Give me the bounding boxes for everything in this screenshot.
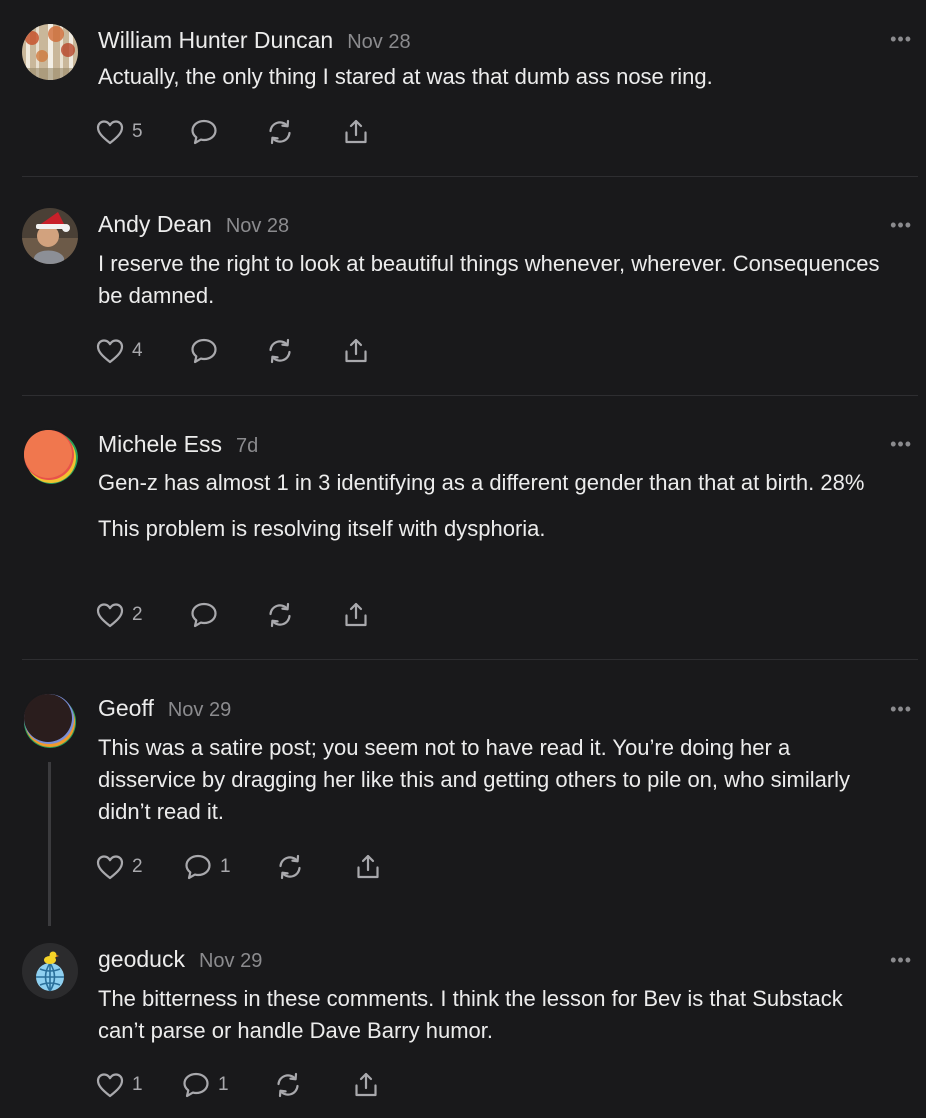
reply-button[interactable]: 1 [184, 852, 231, 882]
divider [22, 659, 918, 660]
like-count: 4 [132, 340, 143, 361]
avatar[interactable] [22, 24, 78, 80]
restack-icon [279, 854, 301, 880]
restack-button[interactable] [266, 600, 294, 630]
thread-line [48, 762, 51, 926]
like-count: 1 [132, 1074, 143, 1095]
share-icon [357, 854, 379, 879]
restack-button[interactable] [266, 336, 294, 366]
avatar[interactable] [22, 692, 78, 748]
heart-icon [96, 603, 124, 628]
like-count: 2 [132, 856, 143, 877]
more-options-icon[interactable]: ••• [890, 435, 912, 453]
heart-icon [96, 339, 124, 364]
author-name[interactable]: geoduck [98, 946, 185, 972]
avatar[interactable] [22, 943, 78, 999]
restack-button[interactable] [276, 852, 304, 882]
share-button[interactable] [352, 1070, 380, 1100]
comment-text: This problem is resolving itself with dy… [98, 516, 546, 541]
comment-bubble-icon [191, 602, 217, 628]
comment-text: Actually, the only thing I stared at was… [98, 64, 713, 89]
comment-date[interactable]: Nov 28 [347, 31, 410, 53]
restack-icon [269, 602, 291, 628]
comment-bubble-icon [191, 119, 217, 145]
divider [22, 395, 918, 396]
reply-button[interactable]: 1 [182, 1070, 229, 1100]
author-name[interactable]: Michele Ess [98, 431, 222, 457]
avatar[interactable] [22, 208, 78, 264]
like-button[interactable]: 2 [96, 600, 143, 630]
reply-count: 1 [218, 1074, 229, 1095]
author-name[interactable]: Geoff [98, 695, 154, 721]
restack-icon [277, 1072, 299, 1098]
restack-button[interactable] [274, 1070, 302, 1100]
restack-button[interactable] [266, 117, 294, 147]
comment-text: Gen-z has almost 1 in 3 identifying as a… [98, 470, 865, 495]
share-button[interactable] [342, 336, 370, 366]
comment-date[interactable]: Nov 28 [226, 215, 289, 237]
comment-date[interactable]: 7d [236, 435, 258, 457]
comment-text: The bitterness in these comments. I thin… [98, 986, 843, 1043]
like-count: 5 [132, 121, 143, 142]
reply-button[interactable] [190, 117, 218, 147]
like-button[interactable]: 4 [96, 336, 143, 366]
like-count: 2 [132, 604, 143, 625]
reply-count: 1 [220, 856, 231, 877]
more-options-icon[interactable]: ••• [890, 216, 912, 234]
restack-icon [269, 119, 291, 145]
comment-bubble-icon [191, 338, 217, 364]
share-button[interactable] [354, 852, 382, 882]
comment-date[interactable]: Nov 29 [199, 950, 262, 972]
share-icon [345, 602, 367, 627]
like-button[interactable]: 2 [96, 852, 143, 882]
restack-icon [269, 338, 291, 364]
comment-text: This was a satire post; you seem not to … [98, 735, 851, 824]
comment-text: I reserve the right to look at beautiful… [98, 251, 880, 308]
more-options-icon[interactable]: ••• [890, 700, 912, 718]
like-button[interactable]: 1 [96, 1070, 143, 1100]
more-options-icon[interactable]: ••• [890, 30, 912, 48]
more-options-icon[interactable]: ••• [890, 951, 912, 969]
share-button[interactable] [342, 600, 370, 630]
like-button[interactable]: 5 [96, 117, 143, 147]
reply-button[interactable] [190, 600, 218, 630]
share-icon [345, 338, 367, 363]
divider [22, 176, 918, 177]
heart-icon [96, 1073, 124, 1098]
share-button[interactable] [342, 117, 370, 147]
comment-date[interactable]: Nov 29 [168, 699, 231, 721]
heart-icon [96, 120, 124, 145]
author-name[interactable]: William Hunter Duncan [98, 27, 333, 53]
share-icon [355, 1072, 377, 1097]
share-icon [345, 119, 367, 144]
comment-bubble-icon [183, 1072, 209, 1098]
reply-button[interactable] [190, 336, 218, 366]
author-name[interactable]: Andy Dean [98, 211, 212, 237]
heart-icon [96, 855, 124, 880]
avatar[interactable] [22, 428, 78, 484]
comment-bubble-icon [185, 854, 211, 880]
